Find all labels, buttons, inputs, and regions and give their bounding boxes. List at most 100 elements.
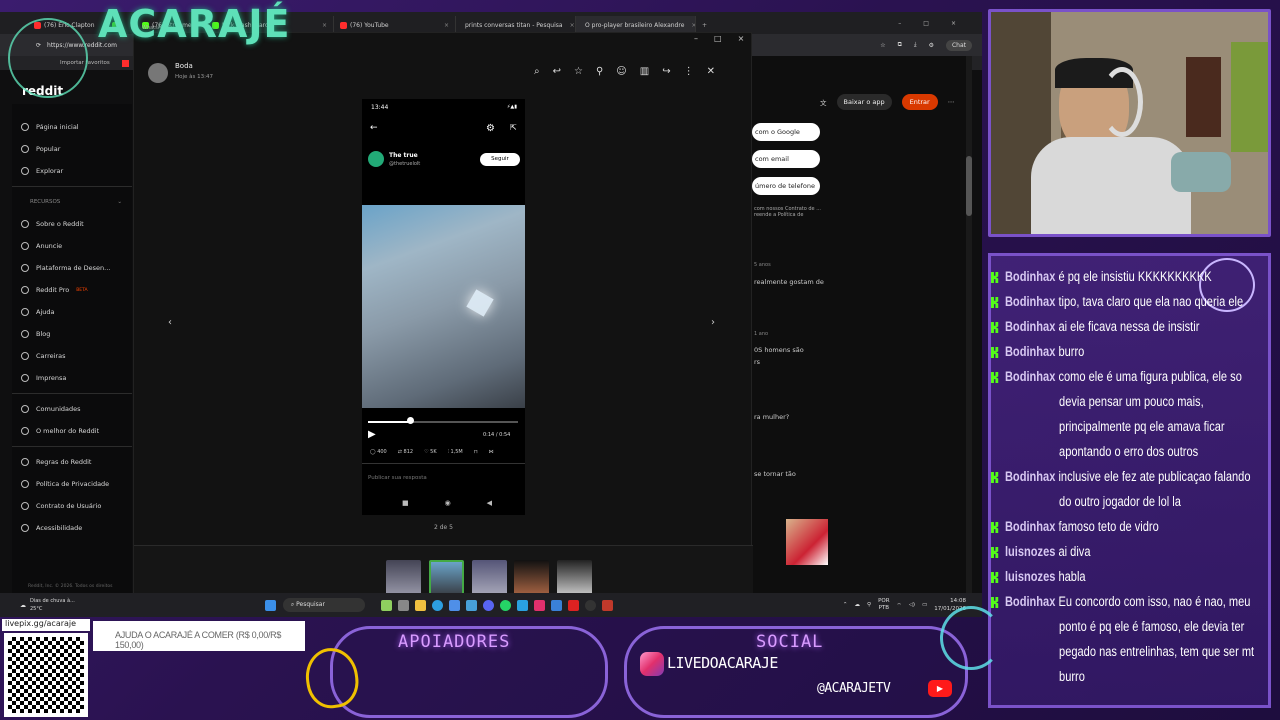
close-icon[interactable]: ✕ xyxy=(707,66,715,77)
chat-username[interactable]: Bodinhax xyxy=(1005,519,1055,534)
start-icon[interactable] xyxy=(264,599,276,611)
download-icon[interactable]: ⤓ xyxy=(914,41,917,49)
chat-username[interactable]: Bodinhax xyxy=(1005,594,1055,609)
maximize-icon[interactable]: □ xyxy=(714,34,722,43)
resources-header[interactable]: RECURSOS ⌄ xyxy=(12,191,132,213)
volume-icon[interactable]: ◁) xyxy=(909,602,915,608)
app-icon[interactable] xyxy=(567,599,579,611)
explorer-icon[interactable] xyxy=(414,599,426,611)
sidebar-item[interactable]: Reddit Pro BETA xyxy=(12,279,132,301)
reply-icon[interactable]: ↩ xyxy=(553,66,561,77)
previous-arrow-icon[interactable]: ‹ xyxy=(168,317,172,328)
close-icon[interactable]: × xyxy=(440,22,449,29)
feed-post-title[interactable]: realmente gostam de xyxy=(754,278,824,286)
chat-username[interactable]: Bodinhax xyxy=(1005,294,1055,309)
youtube-icon[interactable] xyxy=(121,59,129,67)
star-icon[interactable]: ☆ xyxy=(574,66,583,77)
minimize-icon[interactable]: – xyxy=(898,20,901,27)
edge-icon[interactable] xyxy=(431,599,443,611)
next-arrow-icon[interactable]: › xyxy=(711,317,715,328)
sidebar-item[interactable]: Comunidades xyxy=(12,398,132,420)
weather-icon[interactable]: ☁ xyxy=(20,602,26,609)
sidebar-item[interactable]: Política de Privacidade xyxy=(12,473,132,495)
whatsapp-icon[interactable] xyxy=(499,599,511,611)
thumbnail[interactable] xyxy=(386,560,421,596)
more-icon[interactable]: ⋮ xyxy=(684,66,694,77)
login-button[interactable]: Entrar xyxy=(901,94,938,110)
sidebar-item[interactable]: Imprensa xyxy=(12,367,132,389)
thumbnail-selected[interactable] xyxy=(429,560,464,596)
more-icon[interactable]: ⋯ xyxy=(948,98,955,106)
wifi-icon[interactable]: ⌔ xyxy=(897,602,902,609)
seek-handle[interactable] xyxy=(407,417,414,424)
chat-username[interactable]: luisnozes xyxy=(1005,569,1055,584)
close-icon[interactable]: × xyxy=(566,22,575,29)
settings-icon[interactable]: ⚙ xyxy=(929,42,934,49)
feed-post-title[interactable]: ra mulher? xyxy=(754,413,789,421)
sidebar-item[interactable]: Acessibilidade xyxy=(12,517,132,539)
nav-explore[interactable]: Explorar xyxy=(12,160,132,182)
close-icon[interactable]: × xyxy=(951,20,956,27)
app-icon[interactable] xyxy=(550,599,562,611)
tray-icon[interactable]: ☁ xyxy=(855,602,861,608)
maximize-icon[interactable]: □ xyxy=(923,20,929,27)
sidebar-item[interactable]: Plataforma de Desen... xyxy=(12,257,132,279)
widgets-icon[interactable] xyxy=(380,599,392,611)
thumbnail[interactable] xyxy=(557,560,592,596)
chat-username[interactable]: Bodinhax xyxy=(1005,319,1055,334)
taskbar-search[interactable]: ⌕ Pesquisar xyxy=(282,598,365,612)
sidebar-item[interactable]: Sobre o Reddit xyxy=(12,213,132,235)
minimize-icon[interactable]: – xyxy=(694,34,698,43)
chevron-up-icon[interactable]: ⌃ xyxy=(843,602,848,608)
translate-icon[interactable]: 文 xyxy=(820,97,827,107)
chat-username[interactable]: luisnozes xyxy=(1005,544,1055,559)
chat-username[interactable]: Bodinhax xyxy=(1005,344,1055,359)
sidebar-item[interactable]: Ajuda xyxy=(12,301,132,323)
close-icon[interactable]: × xyxy=(318,22,327,29)
scrollbar[interactable] xyxy=(966,56,972,601)
chat-button[interactable]: Chat xyxy=(945,39,972,51)
sidebar-item[interactable]: Carreiras xyxy=(12,345,132,367)
post-thumbnail[interactable] xyxy=(786,519,828,565)
app-icon[interactable] xyxy=(516,599,528,611)
obs-icon[interactable] xyxy=(584,599,596,611)
thumbnail[interactable] xyxy=(514,560,549,596)
store-icon[interactable] xyxy=(448,599,460,611)
video-progress[interactable] xyxy=(368,421,518,423)
email-login-button[interactable]: com email xyxy=(752,150,820,168)
extensions-icon[interactable]: ⧉ xyxy=(898,41,902,49)
app-icon[interactable] xyxy=(601,599,613,611)
forward-icon[interactable]: ↪ xyxy=(662,66,670,77)
feed-post-title[interactable]: 0S homens são xyxy=(754,346,804,354)
sidebar-item[interactable]: Blog xyxy=(12,323,132,345)
sidebar-item[interactable]: O melhor do Reddit xyxy=(12,420,132,442)
phone-screenshot[interactable]: 13:44 ⚡▲▮ ← ⚙ ⇱ The true @thetruelolt Se… xyxy=(362,99,525,515)
emoji-icon[interactable]: ☺ xyxy=(616,66,626,77)
pin-icon[interactable]: ⚲ xyxy=(596,66,603,77)
instagram-icon[interactable] xyxy=(533,599,545,611)
feed-post-title[interactable]: se tornar tão xyxy=(754,470,796,478)
battery-icon[interactable]: ▭ xyxy=(922,602,927,608)
nav-home[interactable]: Página inicial xyxy=(12,116,132,138)
task-view-icon[interactable] xyxy=(397,599,409,611)
discord-icon[interactable] xyxy=(482,599,494,611)
chat-username[interactable]: Bodinhax xyxy=(1005,369,1055,384)
google-login-button[interactable]: com o Google xyxy=(752,123,820,141)
nav-popular[interactable]: Popular xyxy=(12,138,132,160)
sidebar-item[interactable]: Anuncie xyxy=(12,235,132,257)
sidebar-item[interactable]: Regras do Reddit xyxy=(12,451,132,473)
star-icon[interactable]: ☆ xyxy=(880,42,885,49)
get-app-button[interactable]: Baixar o app xyxy=(836,94,892,110)
sidebar-item[interactable]: Contrato de Usuário xyxy=(12,495,132,517)
thumbnail[interactable] xyxy=(472,560,507,596)
delete-icon[interactable]: ▥ xyxy=(640,66,649,77)
close-icon[interactable]: × xyxy=(687,22,695,29)
mic-icon[interactable]: ⚲ xyxy=(867,602,871,608)
app-icon[interactable] xyxy=(465,599,477,611)
phone-login-button[interactable]: úmero de telefone xyxy=(752,177,820,195)
avatar[interactable] xyxy=(148,63,168,83)
close-icon[interactable]: × xyxy=(738,34,745,43)
chat-username[interactable]: Bodinhax xyxy=(1005,269,1055,284)
chat-username[interactable]: Bodinhax xyxy=(1005,469,1055,484)
zoom-icon[interactable]: ⌕ xyxy=(534,66,540,77)
